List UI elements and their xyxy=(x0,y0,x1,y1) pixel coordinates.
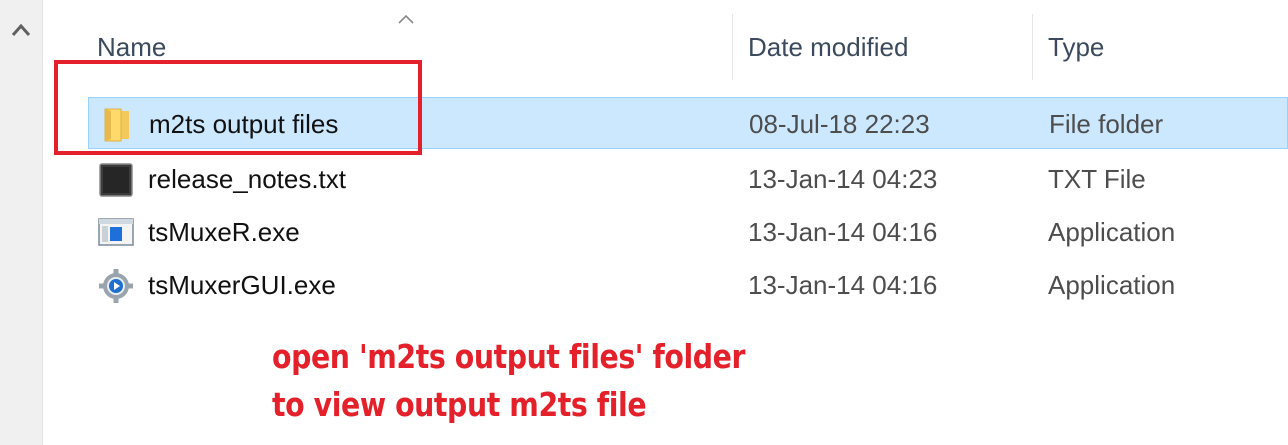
file-name: tsMuxeR.exe xyxy=(148,217,300,247)
annotation-text-line-2: to view output m2ts file xyxy=(272,385,647,424)
text-file-icon xyxy=(99,163,133,197)
file-row-release-notes[interactable]: release_notes.txt 13-Jan-14 04:23 TXT Fi… xyxy=(88,153,1288,205)
column-divider[interactable] xyxy=(732,14,733,80)
file-row-tsmuxer-exe[interactable]: tsMuxeR.exe 13-Jan-14 04:16 Application xyxy=(88,206,1288,258)
file-date-modified: 08-Jul-18 22:23 xyxy=(749,109,930,139)
application-window-icon xyxy=(98,218,134,246)
gear-play-icon xyxy=(99,269,133,303)
column-header-date-modified[interactable]: Date modified xyxy=(748,32,908,63)
file-type: File folder xyxy=(1049,109,1164,139)
annotation-highlight-box xyxy=(54,60,422,155)
chevron-up-icon xyxy=(11,23,31,36)
file-type: Application xyxy=(1048,270,1176,300)
scroll-up-button[interactable] xyxy=(0,8,42,52)
file-row-tsmuxergui-exe[interactable]: tsMuxerGUI.exe 13-Jan-14 04:16 Applicati… xyxy=(88,259,1288,311)
file-name: release_notes.txt xyxy=(148,164,347,194)
file-type: Application xyxy=(1048,217,1176,247)
annotation-text-line-1: open 'm2ts output files' folder xyxy=(272,337,746,376)
column-divider[interactable] xyxy=(1032,14,1033,80)
file-type: TXT File xyxy=(1048,164,1146,194)
column-header-name[interactable]: Name xyxy=(97,32,166,63)
file-date-modified: 13-Jan-14 04:16 xyxy=(748,217,938,247)
file-name: tsMuxerGUI.exe xyxy=(148,270,336,300)
file-date-modified: 13-Jan-14 04:16 xyxy=(748,270,938,300)
sort-ascending-icon xyxy=(398,14,414,24)
vertical-scrollbar[interactable] xyxy=(0,0,43,445)
column-header-type[interactable]: Type xyxy=(1048,32,1104,63)
file-date-modified: 13-Jan-14 04:23 xyxy=(748,164,938,194)
